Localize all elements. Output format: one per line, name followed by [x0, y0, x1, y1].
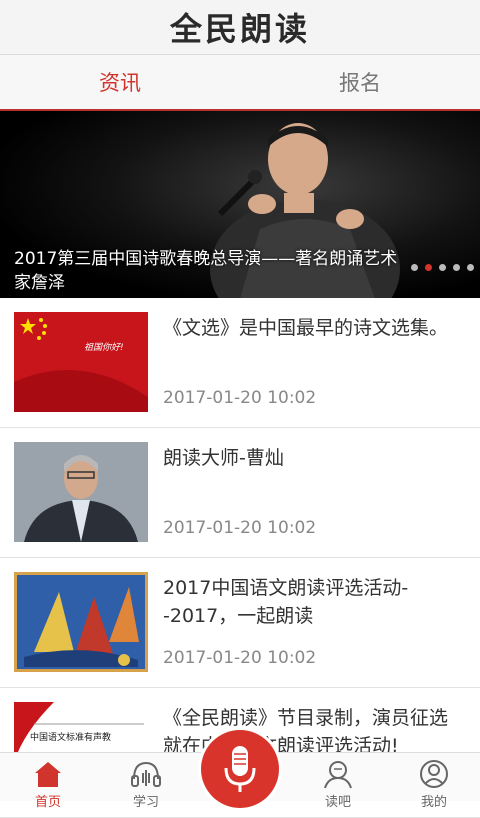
article-time: 2017-01-20 10:02: [163, 648, 317, 668]
tab-study[interactable]: 学习: [106, 753, 186, 810]
headphones-icon: [131, 761, 161, 787]
tab-news[interactable]: 资讯: [0, 55, 240, 109]
thumbnail-text: 祖国你好!: [84, 342, 124, 353]
banner-caption: 2017第三届中国诗歌春晚总导演——著名朗诵艺术家詹泽: [14, 249, 398, 293]
tab-mine-label: 我的: [420, 795, 447, 810]
tab-mine[interactable]: 我的: [394, 753, 474, 810]
reader-icon: [324, 761, 352, 789]
tab-read[interactable]: 读吧: [298, 753, 378, 810]
app-title: 全民朗读: [169, 10, 310, 48]
tab-signup[interactable]: 报名: [240, 55, 480, 109]
article-title: 朗读大师-曹灿: [163, 447, 284, 469]
carousel-dot[interactable]: [453, 264, 460, 271]
article-time: 2017-01-20 10:02: [163, 518, 317, 538]
article-thumbnail: [14, 572, 148, 672]
tab-study-label: 学习: [132, 795, 159, 810]
list-item[interactable]: 朗读大师-曹灿 2017-01-20 10:02: [0, 428, 480, 558]
microphone-icon: [224, 746, 256, 792]
article-thumbnail: 祖国你好!: [14, 312, 148, 412]
home-icon: [35, 762, 61, 787]
tab-home[interactable]: 首页: [8, 753, 88, 810]
user-icon: [420, 760, 448, 788]
tab-bar-top: 资讯 报名: [0, 55, 480, 111]
carousel-dots: [411, 264, 474, 271]
list-item[interactable]: 祖国你好! 《文选》是中国最早的诗文选集。 2017-01-20 10:02: [0, 298, 480, 428]
carousel-dot[interactable]: [411, 264, 418, 271]
article-title: 《文选》是中国最早的诗文选集。: [163, 317, 449, 339]
tab-home-label: 首页: [34, 795, 61, 810]
app-header: 全民朗读: [0, 0, 480, 55]
record-button[interactable]: [201, 730, 279, 808]
list-item[interactable]: 2017中国语文朗读评选活动--2017，一起朗读 2017-01-20 10:…: [0, 558, 480, 688]
carousel-dot[interactable]: [467, 264, 474, 271]
article-thumbnail: [14, 442, 148, 542]
thumbnail-text: 中国语文标准有声教: [30, 731, 111, 743]
banner-carousel[interactable]: 2017第三届中国诗歌春晚总导演——著名朗诵艺术家詹泽: [0, 111, 480, 298]
carousel-dot[interactable]: [439, 264, 446, 271]
article-title: 2017中国语文朗读评选活动--2017，一起朗读: [163, 577, 409, 627]
carousel-dot-active[interactable]: [425, 264, 432, 271]
article-time: 2017-01-20 10:02: [163, 388, 317, 408]
tab-read-label: 读吧: [324, 795, 351, 810]
